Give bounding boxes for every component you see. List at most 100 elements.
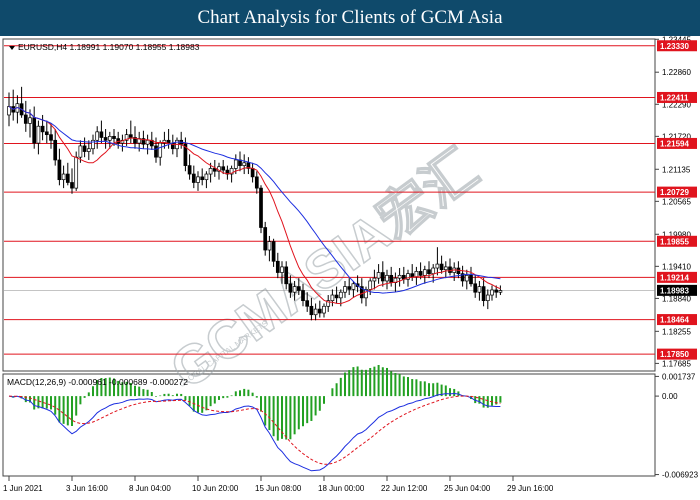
price-level-tag-label: 1.23330 [660,42,689,51]
bullish-candle [397,274,402,279]
bullish-candle [435,263,440,269]
price-level-tag-label: 1.21594 [660,139,689,148]
bullish-candle [242,162,247,166]
bullish-candle [95,131,100,141]
bullish-candle [422,269,427,276]
bullish-candle [498,290,503,293]
bearish-candle [473,283,478,293]
y-tick-label: 1.20565 [662,197,691,206]
macd-y-tick-label: 0.001737 [662,372,696,381]
bullish-candle [443,266,448,271]
y-tick-label: 1.17685 [662,359,691,368]
bullish-candle [431,267,436,275]
bearish-candle [494,289,499,293]
bearish-candle [389,274,394,284]
bearish-candle [347,286,352,290]
bearish-candle [427,269,431,275]
bullish-candle [485,294,490,302]
bearish-candle [448,266,452,273]
bearish-candle [70,182,74,189]
bearish-candle [187,165,192,175]
price-level-tag-label: 1.18464 [660,316,689,325]
bearish-candle [49,134,53,141]
bullish-candle [28,117,32,124]
bearish-candle [259,187,263,228]
price-chart-title: EURUSD,H4 1.18991 1.19070 1.18955 1.1898… [18,42,200,52]
bullish-candle [477,286,482,293]
y-tick-label: 1.22860 [662,68,691,77]
bullish-candle [351,283,356,290]
bullish-candle [313,308,318,316]
bearish-candle [53,139,58,161]
bearish-candle [44,131,49,136]
x-tick-label: 22 Jun 12:00 [381,484,428,493]
bearish-candle [200,176,205,181]
bearish-candle [469,274,473,285]
current-price-tag-label: 1.18983 [660,286,689,295]
bullish-candle [208,168,213,175]
bullish-candle [490,289,494,296]
chart-area: GCMASIA宏汇 GLOBAL CAPITAL MARKETS 1.23445… [2,36,699,493]
price-level-tag-label: 1.19214 [660,273,689,282]
bearish-candle [154,145,158,158]
y-tick-label: 1.19410 [662,262,691,271]
bearish-candle [128,134,133,138]
bearish-candle [380,272,385,282]
y-tick-label: 1.18255 [662,327,691,336]
bullish-candle [464,274,469,282]
macd-title: MACD(12,26,9) -0.000961 -0.000689 -0.000… [7,377,188,387]
bearish-candle [334,294,339,299]
bearish-candle [221,166,226,171]
bearish-candle [99,131,104,138]
page-title: Chart Analysis for Clients of GCM Asia [0,0,700,36]
bullish-candle [158,142,163,158]
bearish-candle [112,135,116,139]
bullish-candle [145,139,150,145]
x-tick-label: 25 Jun 04:00 [444,484,491,493]
bearish-candle [32,117,37,144]
bullish-candle [343,286,347,293]
price-level-tag-label: 1.17850 [660,350,689,359]
bearish-candle [271,241,276,262]
y-tick-label: 1.21135 [662,165,691,174]
bullish-candle [196,176,200,183]
bearish-candle [23,114,28,124]
x-tick-label: 8 Jun 04:00 [129,484,171,493]
bullish-candle [74,156,79,189]
bearish-candle [275,260,280,273]
bullish-candle [233,159,238,169]
price-panel-frame [2,38,656,372]
macd-y-tick-label: -0.006923 [662,471,699,480]
bearish-candle [250,168,255,178]
price-level-tag-label: 1.22411 [660,93,689,102]
bullish-candle [86,148,91,152]
x-tick-label: 1 Jun 2021 [3,484,43,493]
x-tick-label: 18 Jun 00:00 [318,484,365,493]
bearish-candle [309,305,314,316]
bullish-candle [61,173,66,181]
bearish-candle [263,227,268,251]
x-tick-label: 15 Jun 08:00 [255,484,302,493]
bearish-candle [254,176,259,189]
bearish-candle [439,263,444,271]
bearish-candle [301,290,305,302]
bullish-candle [78,145,83,158]
bearish-candle [191,173,196,183]
bullish-candle [385,274,389,282]
bearish-candle [288,283,293,293]
bearish-candle [305,300,310,307]
bearish-candle [57,159,62,181]
bullish-candle [292,286,297,293]
bullish-candle [36,125,41,144]
bullish-candle [280,266,284,273]
x-tick-label: 3 Jun 16:00 [66,484,108,493]
bearish-candle [284,266,289,285]
bullish-candle [107,135,112,141]
price-level-tag-label: 1.19855 [660,237,689,246]
bullish-candle [330,294,335,302]
chart-screen: Chart Analysis for Clients of GCM Asia G… [0,0,700,500]
price-level-tag-label: 1.20729 [660,188,689,197]
bullish-candle [368,280,373,290]
bearish-candle [296,286,301,291]
bullish-candle [376,272,381,279]
